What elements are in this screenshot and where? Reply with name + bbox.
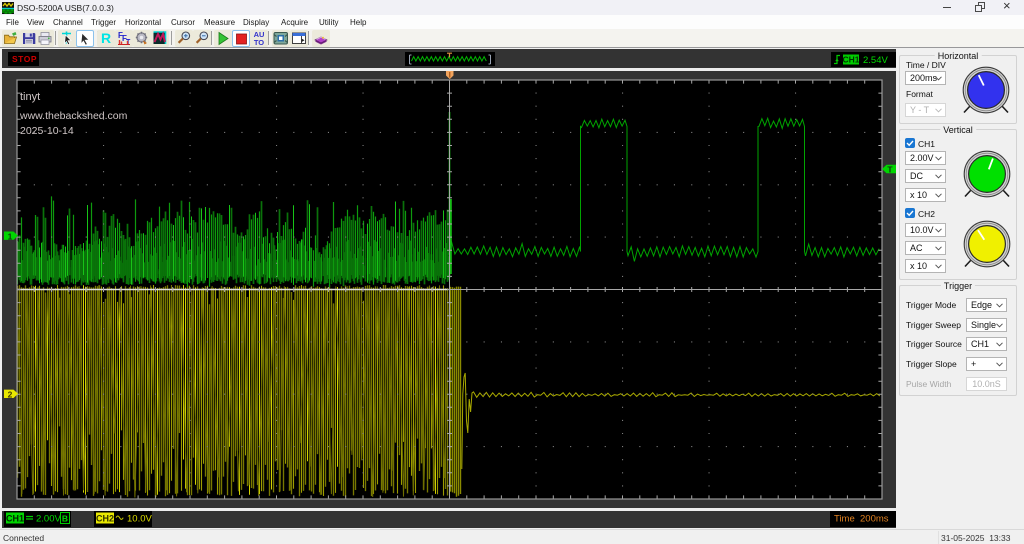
svg-text:2.00V: 2.00V xyxy=(36,514,61,525)
svg-text:1: 1 xyxy=(8,231,13,241)
svg-text:CH1: CH1 xyxy=(6,513,24,523)
svg-text:2.54V: 2.54V xyxy=(863,55,888,66)
svg-text:200ms: 200ms xyxy=(860,514,889,525)
svg-text:CH2: CH2 xyxy=(96,513,114,523)
svg-text:2: 2 xyxy=(8,390,13,400)
svg-text:10.0V: 10.0V xyxy=(127,514,152,525)
svg-text:B: B xyxy=(62,513,68,523)
svg-text:T: T xyxy=(887,165,893,175)
svg-text:tinyt: tinyt xyxy=(20,91,40,103)
svg-text:Time: Time xyxy=(834,514,855,525)
svg-text:CH1: CH1 xyxy=(842,55,859,65)
svg-text:www.thebackshed.com: www.thebackshed.com xyxy=(19,110,128,122)
svg-text:2025-10-14: 2025-10-14 xyxy=(20,125,74,137)
